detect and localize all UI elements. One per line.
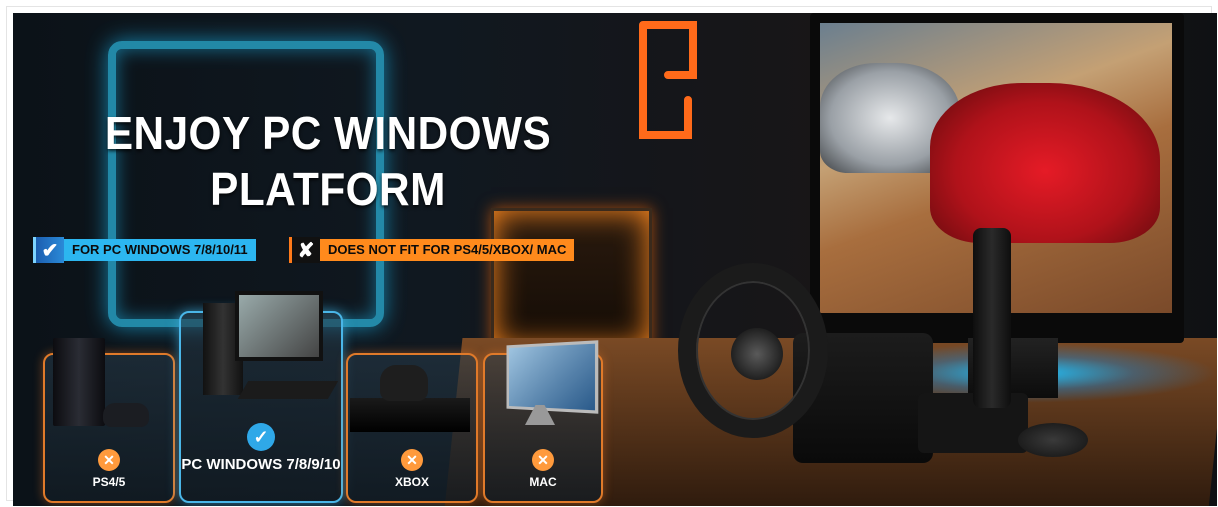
race-car-red (930, 83, 1160, 243)
incompatible-badge: ✘ DOES NOT FIT FOR PS4/5/XBOX/ MAC (289, 237, 575, 263)
incompatible-badge-text: DOES NOT FIT FOR PS4/5/XBOX/ MAC (320, 239, 575, 261)
ps4-console-icon (53, 338, 105, 426)
headline-line-2: PLATFORM (210, 163, 446, 215)
platform-label: PC WINDOWS 7/8/9/10 (181, 456, 341, 473)
x-icon: ✕ (532, 449, 554, 471)
x-icon: ✕ (401, 449, 423, 471)
handbrake-lever (973, 228, 1011, 408)
gaming-pc-case (491, 208, 652, 349)
gamepad-icon (103, 403, 149, 427)
platform-label: PS4/5 (92, 475, 126, 489)
product-banner-image: ENJOY PC WINDOWS PLATFORM ✔ FOR PC WINDO… (13, 13, 1217, 506)
neon-logo-decoration (639, 21, 697, 139)
xbox-console-icon (350, 398, 470, 432)
platform-label: XBOX (394, 475, 429, 489)
pc-monitor-icon (235, 291, 323, 361)
imac-screen-icon (506, 340, 599, 414)
check-icon: ✓ (247, 423, 275, 451)
compatible-badge-text: FOR PC WINDOWS 7/8/10/11 (64, 239, 256, 261)
check-icon: ✔ (33, 237, 64, 263)
keyboard-icon (237, 381, 339, 399)
mouse (1018, 423, 1088, 457)
x-icon: ✘ (289, 237, 320, 263)
x-icon: ✕ (98, 449, 120, 471)
xbox-controller-icon (380, 365, 428, 401)
headline-line-1: ENJOY PC WINDOWS (104, 107, 552, 159)
headline: ENJOY PC WINDOWS PLATFORM (93, 105, 562, 217)
steering-wheel-hub (731, 328, 783, 380)
compatible-badge: ✔ FOR PC WINDOWS 7/8/10/11 (33, 237, 256, 263)
platform-label: MAC (529, 475, 557, 489)
